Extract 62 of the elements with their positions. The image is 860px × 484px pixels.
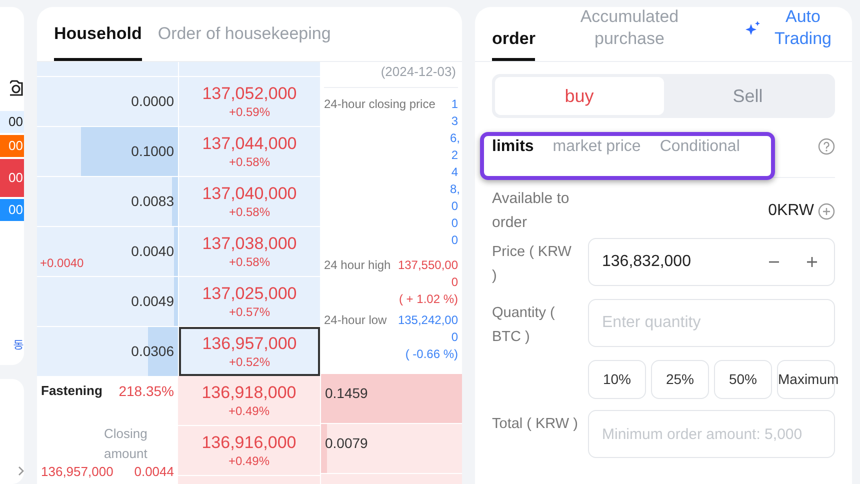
percent-button[interactable]: 50% xyxy=(714,360,772,399)
price-cell[interactable]: 136,916,000 +0.49% xyxy=(178,426,320,475)
fill-price: 136,957,000 xyxy=(41,463,114,481)
quantity-text: 0.0306 xyxy=(131,342,174,361)
quantity-field[interactable]: Enter quantity xyxy=(588,299,835,347)
column-header: Closing amount xyxy=(104,425,148,463)
percent-button[interactable]: 25% xyxy=(651,360,709,399)
tab[interactable]: Auto Trading xyxy=(745,6,835,61)
field-label: Quantity ( BTC ) xyxy=(492,304,556,347)
order-type-tab[interactable]: market price xyxy=(552,134,641,158)
stat-label: 24 hour high xyxy=(324,257,391,274)
price-tag: 00 xyxy=(0,159,24,197)
field-label: Total ( KRW ) xyxy=(492,415,579,434)
tab[interactable]: Order of housekeeping xyxy=(158,20,331,61)
camera-icon xyxy=(10,79,24,97)
fill-quantity: 0.0044 xyxy=(134,463,174,481)
fill-label: Fastening xyxy=(41,382,102,400)
quantity-text: 0.0049 xyxy=(131,292,174,311)
percent-button[interactable]: 10% xyxy=(588,360,646,399)
order-type-tab[interactable]: limits xyxy=(492,134,534,158)
quantity-text: 0.1459 xyxy=(325,384,368,403)
chevron-right-icon xyxy=(18,466,24,476)
price-cell[interactable]: 137,038,000 +0.58% xyxy=(179,227,320,276)
sparkle-icon xyxy=(745,20,761,36)
stat-value: 136,248,000 xyxy=(450,96,458,249)
price-cell[interactable]: 137,040,000 +0.58% xyxy=(179,177,320,226)
price-tag: 00 xyxy=(0,199,24,221)
date-text: (2024-12-03) xyxy=(380,63,456,81)
price-cell[interactable]: 136,918,000 +0.49% xyxy=(178,376,320,425)
price-cell[interactable]: 136,957,000 +0.52% xyxy=(179,327,320,376)
quantity-text: 0.0040 xyxy=(131,242,174,261)
plus-icon[interactable] xyxy=(806,256,818,268)
total-field[interactable]: Minimum order amount: 5,000 xyxy=(588,410,835,458)
balance-text: 0KRW xyxy=(768,201,814,221)
vertical-label: 동 xyxy=(13,338,24,350)
price-field[interactable]: 136,832,000 xyxy=(588,238,835,286)
field-label: Price ( KRW ) xyxy=(492,243,572,286)
stat-label: 24-hour low xyxy=(324,312,387,329)
change-text: +0.0040 xyxy=(40,255,84,272)
price-tag: 00 xyxy=(0,111,24,133)
help-icon[interactable] xyxy=(818,138,835,155)
tab[interactable]: Accumulated purchase xyxy=(577,6,682,61)
stat-value: 137,550,000 xyxy=(396,257,458,291)
stat-label: 24-hour closing price xyxy=(324,96,436,113)
price-cell[interactable]: 137,044,000 +0.58% xyxy=(179,127,320,176)
stat-change: ( + 1.02 %) xyxy=(398,291,458,308)
add-icon[interactable] xyxy=(818,202,835,220)
stat-value: 135,242,000 xyxy=(396,312,458,346)
tab[interactable]: order xyxy=(492,28,536,61)
quantity-text: 0.1000 xyxy=(131,142,174,161)
quantity-text: 0.0079 xyxy=(325,434,368,453)
price-cell[interactable]: 137,052,000 +0.59% xyxy=(179,77,320,126)
fill-rate: 218.35% xyxy=(118,382,174,400)
field-label: Available to order xyxy=(492,189,570,233)
stat-change: ( -0.66 %) xyxy=(405,346,458,363)
side-tab[interactable]: Sell xyxy=(664,77,832,115)
quantity-text: 0.0083 xyxy=(131,192,174,211)
quantity-text: 0.0000 xyxy=(131,92,174,111)
side-tab[interactable]: buy xyxy=(495,77,664,115)
price-cell[interactable]: 137,025,000 +0.57% xyxy=(179,277,320,326)
order-type-tab[interactable]: Conditional xyxy=(660,134,740,158)
price-tag: 00 xyxy=(0,135,24,157)
